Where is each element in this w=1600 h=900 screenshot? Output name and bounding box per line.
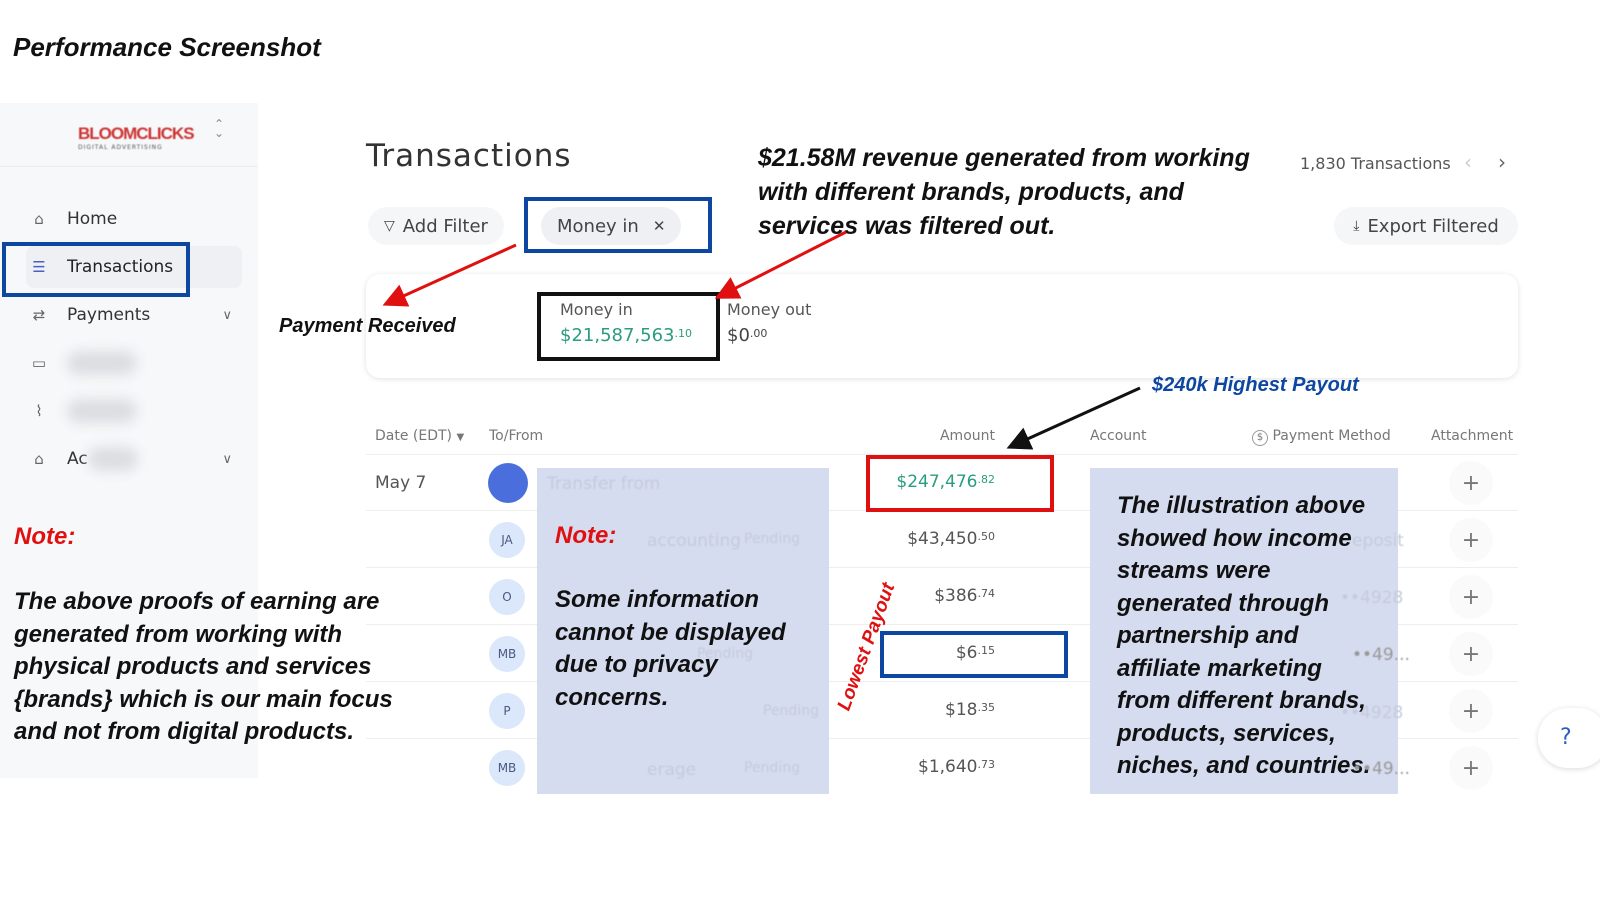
help-button[interactable]: ?	[1538, 708, 1600, 768]
arrow-to-highest	[1006, 386, 1141, 450]
arrow-to-payment-received	[382, 243, 517, 307]
arrow-to-money-in	[714, 230, 847, 299]
annotation-arrows	[382, 230, 1141, 450]
